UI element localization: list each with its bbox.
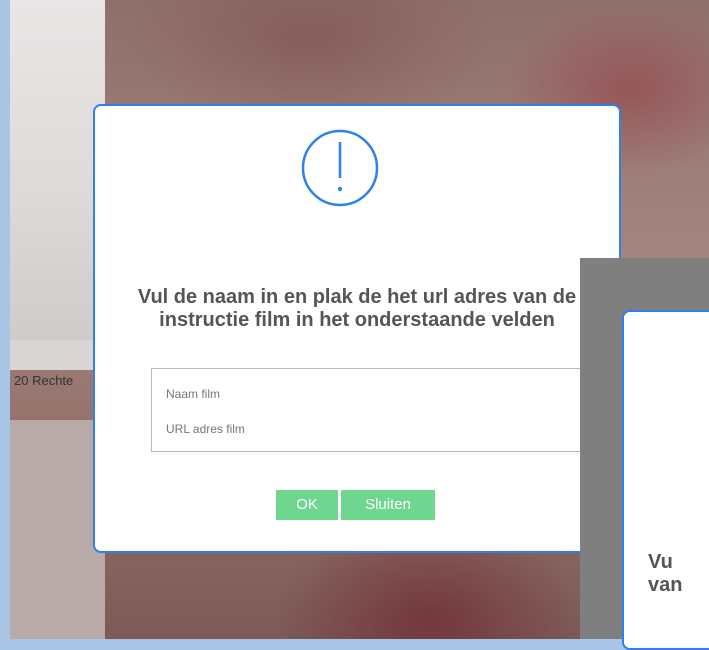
ok-button[interactable]: OK — [276, 490, 338, 520]
form-fields: Naam film URL adres film — [151, 368, 631, 452]
background-label: 20 Rechte — [14, 373, 74, 388]
second-dialog-title-line1: Vu — [648, 551, 673, 573]
background-strip — [10, 340, 100, 370]
alert-circle-icon — [301, 129, 379, 207]
second-dialog-title-line2: van — [648, 574, 683, 596]
film-name-input[interactable]: Naam film — [166, 387, 220, 401]
dialog-title: Vul de naam in en plak de het url adres … — [137, 286, 577, 331]
background-panel — [10, 0, 105, 340]
second-dialog — [622, 310, 709, 650]
film-url-input[interactable]: URL adres film — [166, 422, 245, 436]
second-dialog-title: Vu van — [648, 551, 709, 597]
add-video-dialog: Vul de naam in en plak de het url adres … — [93, 104, 631, 553]
background-lower-panel — [10, 420, 105, 639]
close-button[interactable]: Sluiten — [341, 490, 435, 520]
